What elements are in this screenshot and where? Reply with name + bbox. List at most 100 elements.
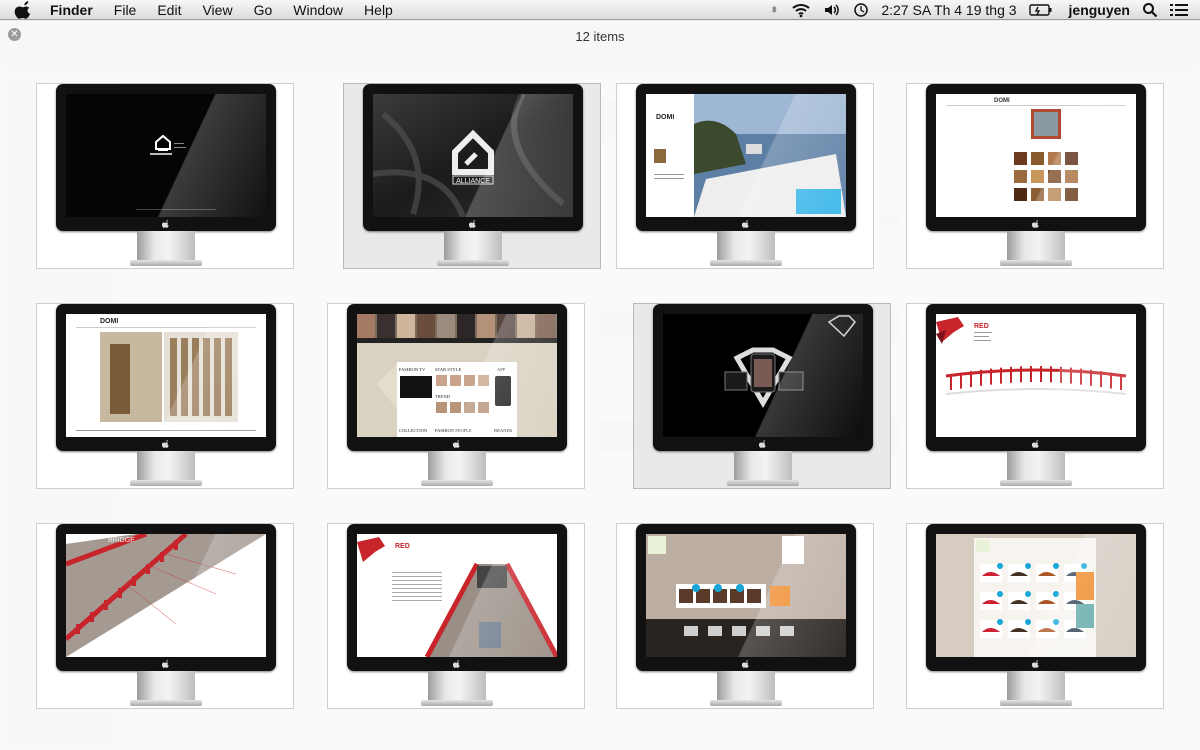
thumbnail-item[interactable]: DOMI (616, 83, 874, 269)
monitor-mockup (653, 304, 873, 490)
status-area: 2:27 SA Th 4 19 thg 3 jenguyen (769, 0, 1200, 20)
menu-help[interactable]: Help (364, 2, 393, 18)
apple-logo-icon (742, 660, 749, 668)
redbridge-angled-screen: BRIDGE (66, 534, 266, 657)
monitor-foot (130, 260, 202, 266)
fashion-diamond-screen (663, 314, 863, 437)
fashion-magazine-screen: FASHION TV STAR STYLE TREND COLLECTION F… (357, 314, 557, 437)
domi-logo: DOMI (994, 98, 1010, 104)
monitor-foot (727, 480, 799, 486)
monitor-bezel: RED (926, 304, 1146, 451)
thumbnail-item[interactable]: DOMI (36, 303, 294, 489)
section-label: TREND (435, 394, 451, 399)
clock[interactable]: 2:27 SA Th 4 19 thg 3 (881, 2, 1016, 18)
redbridge-logo: RED (395, 543, 410, 550)
monitor-stand (734, 451, 792, 483)
menu-window[interactable]: Window (293, 2, 343, 18)
app-name-menu[interactable]: Finder (50, 2, 93, 18)
redbridge-stairs-screen: RED (357, 534, 557, 657)
domi-logo: DOMI (100, 318, 118, 325)
thumbnail-item[interactable]: RED (327, 523, 585, 709)
monitor-stand (428, 671, 486, 703)
apple-logo-icon (742, 220, 749, 228)
monitor-stand (1007, 671, 1065, 703)
quicklook-index-sheet: ✕ 12 items ALLIANCE DOMI DOMI DOMI FASHI… (0, 21, 1200, 750)
monitor-foot (1000, 260, 1072, 266)
thumbnail-item[interactable] (616, 523, 874, 709)
monitor-foot (710, 700, 782, 706)
screen-preview: FASHION TV STAR STYLE TREND COLLECTION F… (357, 314, 557, 437)
apple-logo-icon (162, 220, 169, 228)
apple-logo-icon (1032, 440, 1039, 448)
wifi-icon[interactable] (791, 2, 811, 18)
thumbnail-item[interactable]: FASHION TV STAR STYLE TREND COLLECTION F… (327, 303, 585, 489)
shoes-catalog-screen (936, 534, 1136, 657)
monitor-stand (428, 451, 486, 483)
monitor-bezel: BRIDGE (56, 524, 276, 671)
monitor-stand (717, 671, 775, 703)
monitor-foot (130, 480, 202, 486)
monitor-stand (444, 231, 502, 263)
bluetooth-icon[interactable] (769, 2, 779, 18)
apple-logo-icon (1032, 220, 1039, 228)
menu-view[interactable]: View (202, 2, 232, 18)
redbridge-logo: BRIDGE (108, 537, 135, 544)
monitor-bezel (926, 524, 1146, 671)
monitor-mockup: RED (347, 524, 567, 710)
screen-preview: RED (936, 314, 1136, 437)
apple-logo-icon (162, 440, 169, 448)
thumbnail-item[interactable]: BRIDGE (36, 523, 294, 709)
apple-logo-icon (453, 440, 460, 448)
screen-preview: BRIDGE (66, 534, 266, 657)
monitor-bezel: RED (347, 524, 567, 671)
menu-file[interactable]: File (114, 2, 137, 18)
monitor-mockup: BRIDGE (56, 524, 276, 710)
volume-icon[interactable] (823, 2, 841, 18)
screen-preview (646, 534, 846, 657)
section-label: FASHION PEOPLE (435, 428, 472, 433)
monitor-bezel: DOMI (636, 84, 856, 231)
domi-coast-screen: DOMI (646, 94, 846, 217)
monitor-bezel: ALLIANCE (363, 84, 583, 231)
monitor-foot (437, 260, 509, 266)
apple-menu-icon[interactable] (14, 0, 34, 19)
monitor-foot (421, 480, 493, 486)
monitor-bezel (636, 524, 856, 671)
time-machine-icon[interactable] (853, 2, 869, 18)
thumbnail-item[interactable] (36, 83, 294, 269)
redbridge-logo: RED (974, 323, 989, 330)
monitor-bezel: DOMI (926, 84, 1146, 231)
domi-building-screen: DOMI (66, 314, 266, 437)
thumbnail-item[interactable]: DOMI (906, 83, 1164, 269)
menu-go[interactable]: Go (254, 2, 273, 18)
screen-preview: DOMI (936, 94, 1136, 217)
alliance-marble-screen: ALLIANCE (373, 94, 573, 217)
monitor-foot (710, 260, 782, 266)
section-label: COLLECTION (399, 428, 428, 433)
menu-edit[interactable]: Edit (157, 2, 181, 18)
apple-logo-icon (759, 440, 766, 448)
monitor-bezel (56, 84, 276, 231)
battery-icon[interactable] (1028, 2, 1053, 18)
monitor-stand (717, 231, 775, 263)
monitor-bezel: DOMI (56, 304, 276, 451)
notification-center-icon[interactable] (1170, 2, 1188, 18)
apple-logo-icon (162, 660, 169, 668)
thumbnail-item[interactable]: ALLIANCE (343, 83, 601, 269)
screen-preview (936, 534, 1136, 657)
apple-logo-icon (469, 220, 476, 228)
spotlight-search-icon[interactable] (1142, 2, 1158, 18)
monitor-mockup: RED (926, 304, 1146, 490)
user-menu[interactable]: jenguyen (1069, 2, 1130, 18)
thumbnail-item[interactable] (906, 523, 1164, 709)
alliance-logo-screen (66, 94, 266, 217)
domi-tiles-screen: DOMI (936, 94, 1136, 217)
thumbnail-item[interactable] (633, 303, 891, 489)
section-label: STAR STYLE (435, 367, 462, 372)
monitor-stand (137, 671, 195, 703)
thumbnail-item[interactable]: RED (906, 303, 1164, 489)
monitor-mockup (56, 84, 276, 270)
screen-preview: RED (357, 534, 557, 657)
shoes-showcase-screen (646, 534, 846, 657)
monitor-mockup (636, 524, 856, 710)
